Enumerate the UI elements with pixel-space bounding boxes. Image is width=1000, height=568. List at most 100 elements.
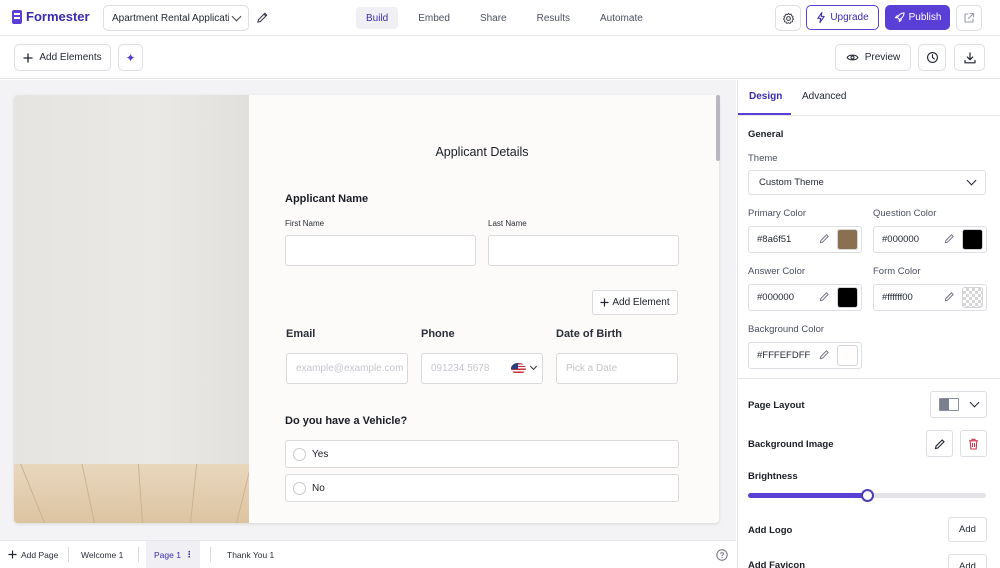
add-elements-button[interactable]: Add Elements [14, 44, 111, 71]
background-color-swatch[interactable] [837, 345, 858, 366]
canvas-scrollbar[interactable] [716, 95, 720, 161]
main-nav: Build Embed Share Results Automate [356, 7, 663, 29]
page-tab-thank-you[interactable]: Thank You 1 [227, 541, 274, 568]
form-page-title: Applicant Details [435, 145, 529, 159]
open-live-form-button[interactable] [956, 5, 982, 31]
delete-background-image-button[interactable] [960, 430, 987, 457]
sparkles-icon: ✦ [125, 50, 136, 65]
tab-design[interactable]: Design [749, 91, 782, 102]
background-image [14, 95, 249, 523]
page-tab-welcome[interactable]: Welcome 1 [81, 541, 123, 568]
background-color-label: Background Color [748, 324, 825, 335]
page-layout-select[interactable] [930, 391, 987, 418]
add-element-label: Add Element [612, 297, 670, 308]
settings-button[interactable] [775, 5, 801, 31]
pencil-icon[interactable] [819, 233, 830, 247]
first-name-label: First Name [285, 219, 325, 228]
date-of-birth-input[interactable]: Pick a Date [556, 353, 678, 384]
primary-color-swatch[interactable] [837, 229, 858, 250]
theme-value: Custom Theme [759, 177, 824, 188]
plus-icon [600, 298, 609, 307]
version-history-button[interactable] [918, 44, 946, 71]
add-logo-button[interactable]: Add [948, 517, 987, 542]
publish-button[interactable]: Publish [885, 5, 950, 30]
answer-color-value: #000000 [757, 292, 794, 303]
chevron-down-icon [231, 11, 242, 21]
pencil-icon[interactable] [819, 291, 830, 305]
question-color-field[interactable]: #000000 [873, 226, 987, 253]
country-code-selector[interactable] [511, 362, 538, 374]
general-heading: General [748, 129, 784, 140]
publish-label: Publish [908, 12, 942, 23]
brand[interactable]: Formester [12, 9, 90, 24]
vehicle-question: Do you have a Vehicle? [285, 415, 408, 427]
radio-button[interactable] [293, 447, 306, 461]
phone-label: Phone [421, 328, 455, 340]
pencil-icon[interactable] [944, 233, 955, 247]
preview-button[interactable]: Preview [835, 44, 911, 71]
chevron-down-icon [969, 397, 980, 408]
top-bar: Formester Apartment Rental Application B… [0, 0, 1000, 36]
radio-button[interactable] [293, 481, 306, 495]
form-canvas: Applicant Details Applicant Name First N… [0, 80, 736, 540]
background-color-value: #FFFEFDFF [757, 350, 811, 361]
background-image-label: Background Image [748, 439, 834, 450]
answer-color-label: Answer Color [748, 266, 806, 277]
form-color-field[interactable]: #ffffff00 [873, 284, 987, 311]
nav-tab-build[interactable]: Build [356, 7, 399, 29]
rename-form-pencil-icon[interactable] [256, 11, 269, 27]
app-name: Formester [26, 9, 90, 24]
plus-icon [8, 550, 17, 559]
form-selector[interactable]: Apartment Rental Application [103, 5, 249, 31]
phone-input[interactable]: 091234 5678 [421, 353, 543, 384]
brightness-slider-handle[interactable] [861, 489, 874, 502]
nav-tab-embed[interactable]: Embed [408, 7, 460, 29]
answer-color-field[interactable]: #000000 [748, 284, 862, 311]
pencil-icon[interactable] [944, 291, 955, 305]
first-name-input[interactable] [285, 235, 476, 266]
pencil-icon[interactable] [819, 349, 830, 363]
pencil-icon [934, 438, 945, 449]
edit-background-image-button[interactable] [926, 430, 953, 457]
nav-tab-results[interactable]: Results [527, 7, 580, 29]
dob-placeholder: Pick a Date [566, 363, 618, 374]
last-name-input[interactable] [488, 235, 679, 266]
radio-option-label: No [312, 482, 325, 494]
upgrade-button[interactable]: Upgrade [806, 5, 879, 30]
primary-color-field[interactable]: #8a6f51 [748, 226, 862, 253]
background-color-field[interactable]: #FFFEFDFF [748, 342, 862, 369]
form-color-swatch[interactable] [962, 287, 983, 308]
active-tab-indicator [738, 113, 791, 115]
ai-assistant-button[interactable]: ✦ [118, 44, 143, 71]
download-button[interactable] [954, 44, 985, 71]
nav-tab-automate[interactable]: Automate [590, 7, 653, 29]
primary-color-value: #8a6f51 [757, 234, 792, 245]
question-color-swatch[interactable] [962, 229, 983, 250]
help-icon[interactable] [716, 549, 728, 564]
panel-tabs: Design Advanced [738, 80, 1000, 116]
tab-advanced[interactable]: Advanced [802, 91, 846, 102]
theme-select[interactable]: Custom Theme [748, 170, 986, 195]
radio-option-yes[interactable]: Yes [285, 440, 679, 468]
brightness-slider[interactable] [748, 489, 986, 502]
form-color-label: Form Color [873, 266, 921, 277]
add-element-inline-button[interactable]: Add Element [592, 290, 678, 315]
email-input[interactable]: example@example.com [286, 353, 408, 384]
more-vertical-icon[interactable]: ⋮ [185, 549, 193, 560]
eye-icon [846, 54, 859, 61]
question-color-value: #000000 [882, 234, 919, 245]
add-logo-label: Add Logo [748, 525, 793, 536]
add-favicon-button[interactable]: Add [948, 554, 987, 568]
split-layout-icon [939, 398, 959, 411]
radio-option-no[interactable]: No [285, 474, 679, 502]
form-color-value: #ffffff00 [882, 292, 913, 303]
nav-tab-share[interactable]: Share [470, 7, 517, 29]
page-tab-page-1[interactable]: Page 1 ⋮ [146, 541, 201, 568]
brightness-label: Brightness [748, 471, 798, 482]
add-page-button[interactable]: Add Page [8, 541, 58, 568]
lightning-icon [817, 12, 826, 23]
external-link-icon [964, 12, 975, 23]
plus-icon [23, 53, 33, 62]
answer-color-swatch[interactable] [837, 287, 858, 308]
divider [738, 378, 1000, 379]
